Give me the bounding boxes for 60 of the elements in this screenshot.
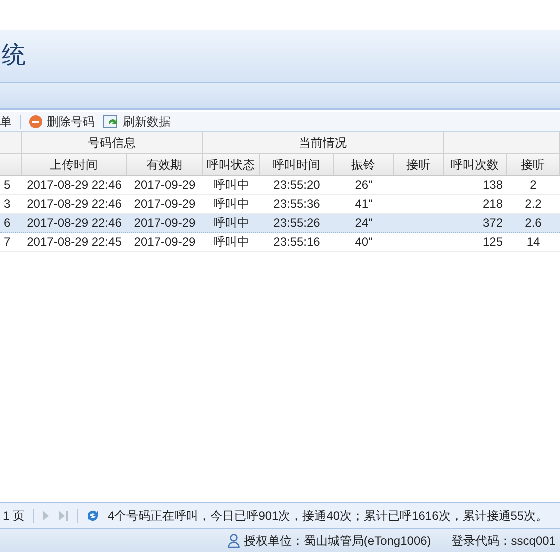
table-cell-text: 23:55:36 — [274, 196, 320, 213]
column-group-header: 当前情况 — [203, 132, 444, 153]
user-icon — [228, 534, 240, 548]
refresh-icon[interactable] — [86, 508, 100, 522]
table-cell-text: 26" — [355, 177, 373, 194]
table-cell-text: 2.2 — [525, 196, 542, 213]
column-header[interactable]: 振铃 — [334, 154, 394, 175]
column-header[interactable]: 有效期 — [127, 154, 203, 175]
table-cell-text: 40" — [355, 234, 373, 251]
table-cell-text: 2017-09-29 — [134, 196, 196, 213]
table-row[interactable]: 6 2017-08-29 22:46 2017-09-29 呼叫中 23:55:26 24" 372 2.6 — [0, 214, 560, 233]
column-group-header: 号码信息 — [22, 132, 203, 153]
table-cell-text: 2.6 — [525, 215, 542, 232]
table-cell-text: 呼叫中 — [214, 196, 250, 213]
table-cell-text: 2 — [530, 177, 537, 194]
table-cell-text: 呼叫中 — [214, 177, 250, 194]
table-cell-text: 3 — [4, 196, 11, 213]
table-cell-text: 14 — [526, 234, 540, 251]
table-cell-text: 呼叫中 — [214, 215, 250, 232]
table-cell-text: 2017-08-29 22:45 — [27, 234, 122, 251]
last-page-icon[interactable] — [58, 510, 70, 520]
toolbar-button[interactable]: 单 — [0, 112, 12, 130]
next-page-icon[interactable] — [42, 510, 50, 520]
refresh-button[interactable]: 刷新数据 — [103, 112, 171, 130]
table-cell-text: 2017-09-29 — [134, 215, 196, 232]
delete-button[interactable]: 删除号码 — [29, 112, 95, 130]
table-cell-text: 7 — [4, 234, 11, 251]
table-cell-text: 218 — [482, 196, 503, 213]
app-title: 统 — [2, 41, 26, 71]
table-cell-text: 24" — [355, 215, 373, 232]
table-cell-text: 23:55:20 — [274, 177, 320, 194]
refresh-table-icon — [103, 114, 119, 128]
column-header[interactable]: 呼叫次数 — [444, 154, 507, 175]
column-header[interactable]: 接听 — [507, 154, 560, 175]
table-cell-text: 372 — [482, 215, 503, 232]
table-cell-text: 2017-08-29 22:46 — [27, 196, 122, 213]
column-header[interactable]: 呼叫状态 — [203, 154, 260, 175]
page-label: 1 页 — [3, 508, 26, 524]
table-cell-text: 2017-09-29 — [134, 234, 196, 251]
table-cell-text: 6 — [4, 215, 11, 232]
minus-circle-icon — [29, 114, 43, 128]
table-row[interactable]: 5 2017-08-29 22:46 2017-09-29 呼叫中 23:55:20 26" 138 2 — [0, 176, 560, 195]
column-header[interactable]: 上传时间 — [22, 154, 127, 175]
login-code: 登录代码：sscq001 — [451, 532, 556, 550]
column-header[interactable]: 接听 — [394, 154, 444, 175]
licensed-unit: 授权单位：蜀山城管局(eTong1006) — [244, 532, 432, 550]
table-cell-text: 5 — [4, 177, 11, 194]
table-cell-text: 2017-08-29 22:46 — [27, 177, 122, 194]
table-cell-text: 2017-09-29 — [134, 177, 196, 194]
table-cell-text: 125 — [482, 234, 503, 251]
table-row[interactable]: 7 2017-08-29 22:45 2017-09-29 呼叫中 23:55:16 40" 125 14 — [0, 233, 560, 252]
table-cell-text: 2017-08-29 22:46 — [27, 215, 122, 232]
table-row[interactable]: 3 2017-08-29 22:46 2017-09-29 呼叫中 23:55:36 41" 218 2.2 — [0, 195, 560, 214]
table-cell-text: 呼叫中 — [214, 234, 250, 251]
table-cell-text: 41" — [355, 196, 373, 213]
column-header[interactable]: 呼叫时间 — [260, 154, 334, 175]
table-cell-text: 23:55:16 — [274, 234, 320, 251]
table-cell-text: 23:55:26 — [274, 215, 320, 232]
table-cell-text: 138 — [482, 177, 503, 194]
status-text: 4个号码正在呼叫，今日已呼901次，接通40次；累计已呼1616次，累计接通55次。 — [108, 508, 548, 524]
